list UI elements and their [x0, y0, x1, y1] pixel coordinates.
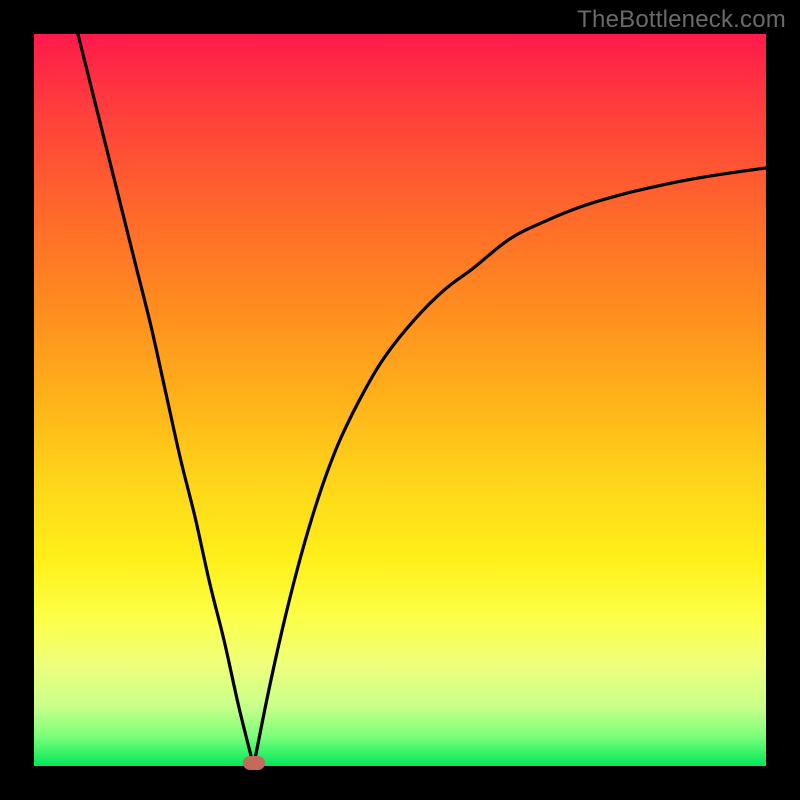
watermark-text: TheBottleneck.com	[577, 6, 786, 34]
minimum-marker	[243, 756, 265, 770]
curve-left-branch	[78, 34, 254, 766]
curve-right-branch	[254, 168, 766, 766]
bottleneck-curve	[34, 34, 766, 766]
chart-frame: TheBottleneck.com	[0, 0, 800, 800]
plot-area	[34, 34, 766, 766]
